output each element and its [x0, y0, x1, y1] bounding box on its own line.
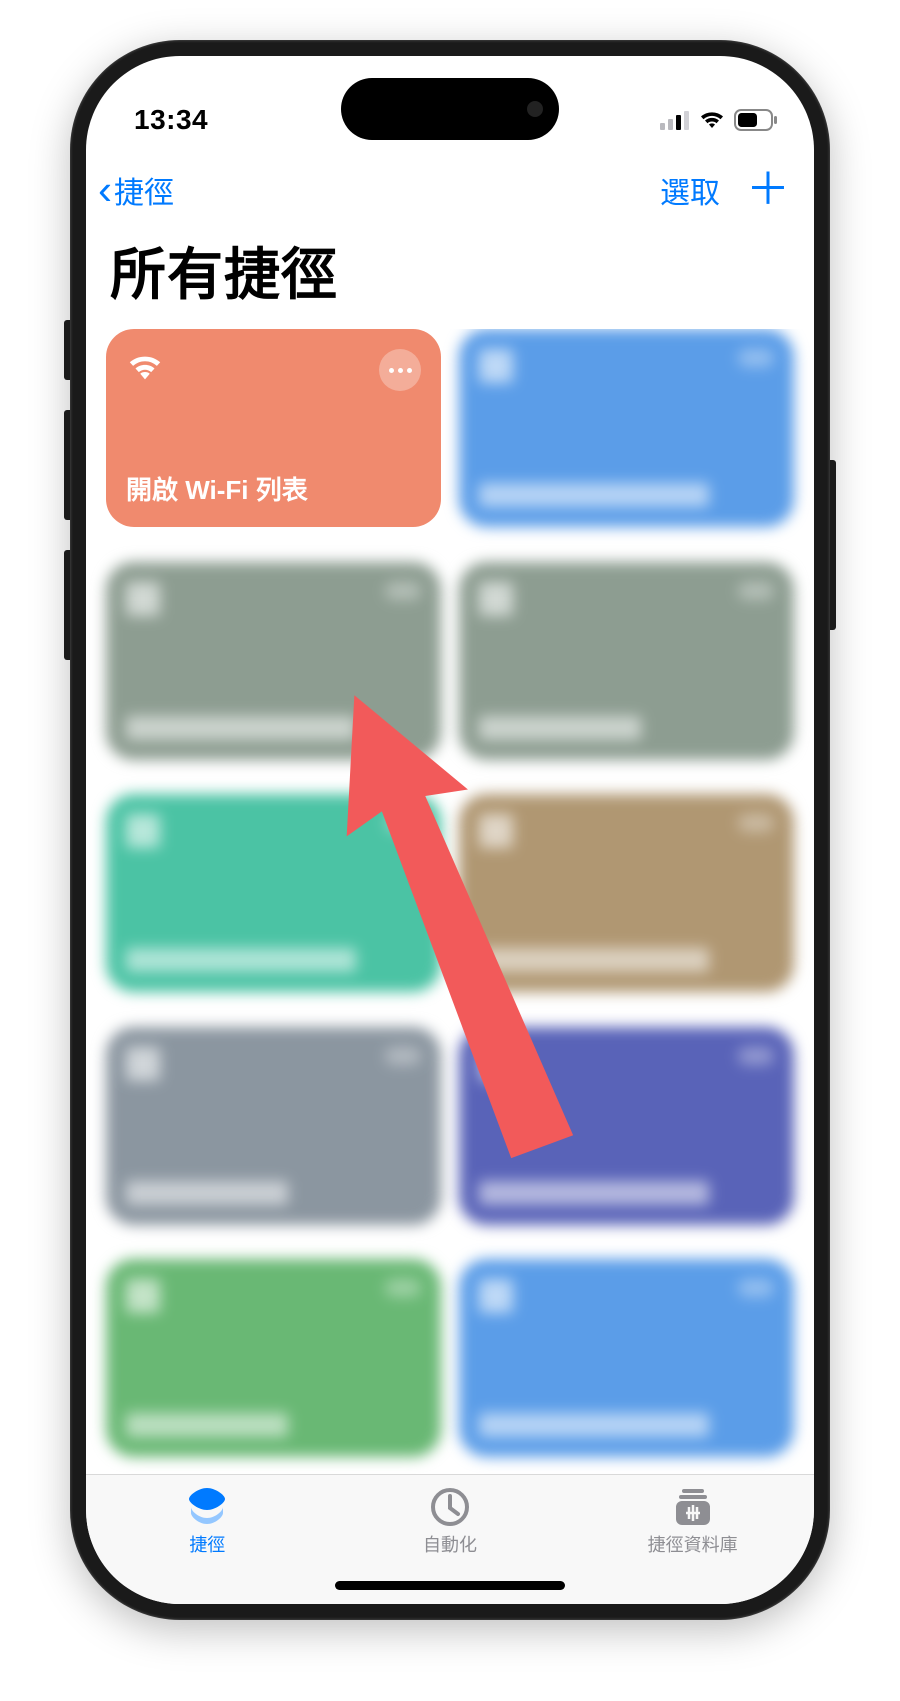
shortcuts-grid[interactable]: 開啟 Wi-Fi 列表: [86, 329, 814, 1474]
home-indicator[interactable]: [335, 1581, 565, 1590]
card-label: 開啟 Wi-Fi 列表: [126, 470, 421, 507]
screen: 13:34 ‹ 捷徑 選取 ＋ 所有捷徑: [86, 56, 814, 1604]
battery-icon: [734, 109, 778, 131]
card-more-button[interactable]: [379, 349, 421, 391]
wifi-icon: [126, 349, 164, 387]
tab-label: 自動化: [423, 1531, 477, 1557]
shortcut-card[interactable]: [106, 794, 441, 992]
shortcuts-tab-icon: [184, 1487, 230, 1527]
shortcut-card[interactable]: [106, 1259, 441, 1457]
chevron-left-icon: ‹: [98, 169, 112, 211]
gallery-tab-icon: [670, 1487, 716, 1527]
tab-shortcuts[interactable]: 捷徑: [87, 1487, 327, 1557]
wifi-status-icon: [698, 110, 726, 130]
nav-bar: ‹ 捷徑 選取 ＋: [86, 156, 814, 220]
shortcut-card[interactable]: [459, 329, 794, 527]
shortcut-card[interactable]: [459, 1027, 794, 1225]
shortcut-card[interactable]: [459, 1259, 794, 1457]
shortcut-card[interactable]: [459, 794, 794, 992]
add-button[interactable]: ＋: [746, 177, 790, 203]
cellular-icon: [660, 110, 690, 130]
status-icons: [660, 109, 778, 131]
select-button[interactable]: 選取: [660, 168, 720, 212]
phone-frame: 13:34 ‹ 捷徑 選取 ＋ 所有捷徑: [70, 40, 830, 1620]
page-title: 所有捷徑: [86, 220, 814, 329]
dynamic-island: [341, 78, 559, 140]
automation-tab-icon: [427, 1487, 473, 1527]
shortcut-card[interactable]: [106, 562, 441, 760]
tab-label: 捷徑: [189, 1531, 225, 1557]
tab-gallery[interactable]: 捷徑資料庫: [573, 1487, 813, 1557]
back-label: 捷徑: [114, 168, 174, 212]
status-time: 13:34: [134, 104, 208, 136]
shortcut-card[interactable]: [106, 1027, 441, 1225]
shortcut-card-open-wifi-list[interactable]: 開啟 Wi-Fi 列表: [106, 329, 441, 527]
tab-label: 捷徑資料庫: [648, 1531, 738, 1557]
tab-automation[interactable]: 自動化: [330, 1487, 570, 1557]
shortcut-card[interactable]: [459, 562, 794, 760]
back-button[interactable]: ‹ 捷徑: [98, 168, 174, 212]
